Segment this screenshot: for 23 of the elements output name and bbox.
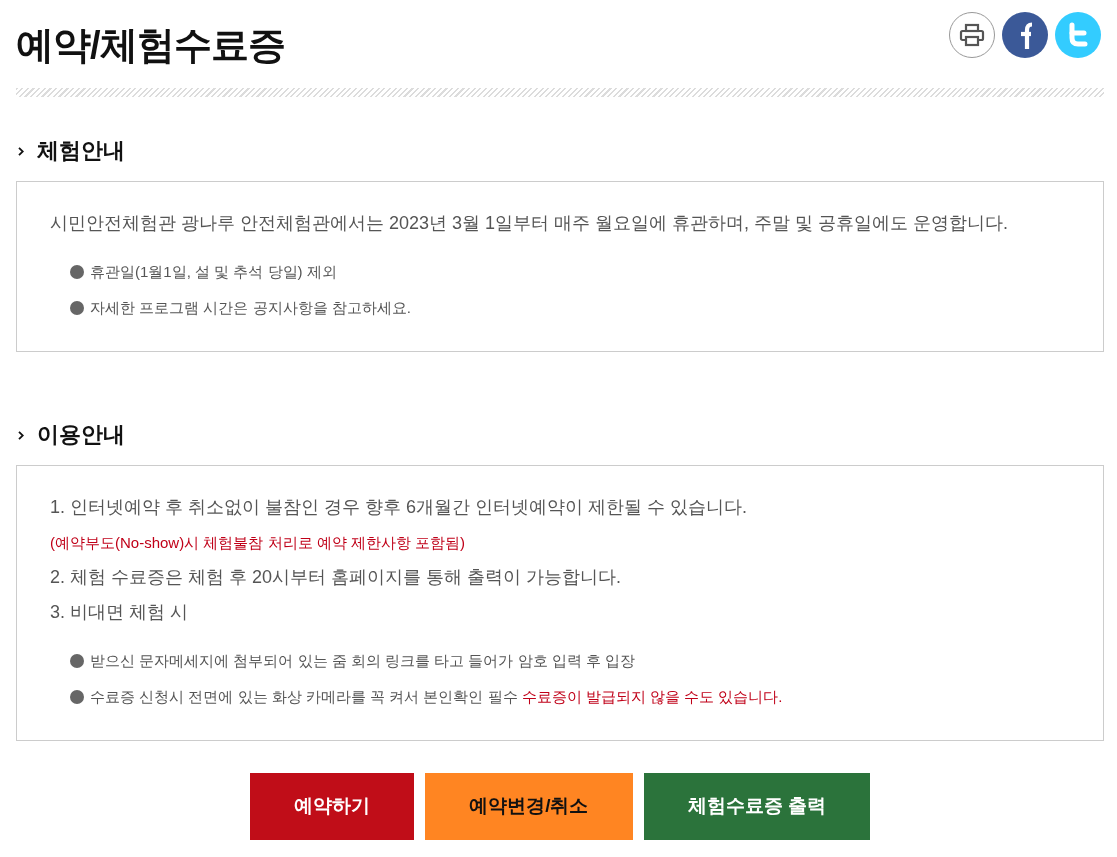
warning-note: (예약부도(No-show)시 체험불참 처리로 예약 제한사항 포함됨): [50, 533, 466, 553]
info-text: 2. 체험 수료증은 체험 후 20시부터 홈페이지를 통해 출력이 가능합니다.: [50, 566, 623, 589]
bullet-icon: [70, 301, 84, 315]
action-button[interactable]: 예약변경/취소: [425, 773, 633, 840]
bullet-icon: [70, 654, 84, 668]
facebook-icon[interactable]: [1002, 12, 1048, 58]
chevron-icon: [18, 146, 24, 156]
info-text: 1. 인터넷예약 후 취소없이 불참인 경우 향후 6개월간 인터넷예약이 제한될 수 있습니다.: [50, 496, 749, 519]
bullet-icon: [70, 265, 84, 279]
page-title: 예약/체험수료증: [16, 23, 285, 68]
info-text: 시민안전체험관 광나루 안전체험관에서는 2023년 3월 1일부터 매주 월요일에 휴관하며, 주말 및 공휴일에도 운영합니다.: [50, 212, 1010, 235]
bullet-text: 자세한 프로그램 시간은 공지사항을 참고하세요.: [90, 298, 411, 318]
bullet-text: 수료증 신청시 전면에 있는 화상 카메라를 꼭 켜서 본인확인 필수 수료증이 발급되지 않을 수도 있습니다.: [90, 687, 783, 707]
print-icon[interactable]: [949, 12, 995, 58]
bullet-text: 받으신 문자메세지에 첨부되어 있는 줌 회의 링크를 타고 들어가 암호 입력 후 입장: [90, 651, 635, 671]
bullet-icon: [70, 690, 84, 704]
chevron-icon: [18, 430, 24, 440]
bullet-text: 휴관일(1월1일, 설 및 추석 당일) 제외: [90, 262, 337, 282]
action-button[interactable]: 체험수료증 출력: [643, 773, 870, 840]
action-button[interactable]: 예약하기: [250, 773, 415, 840]
info-text: 3. 비대면 체험 시: [50, 601, 189, 624]
section-heading: 이용안내: [37, 421, 125, 449]
section-heading: 체험안내: [37, 137, 125, 165]
